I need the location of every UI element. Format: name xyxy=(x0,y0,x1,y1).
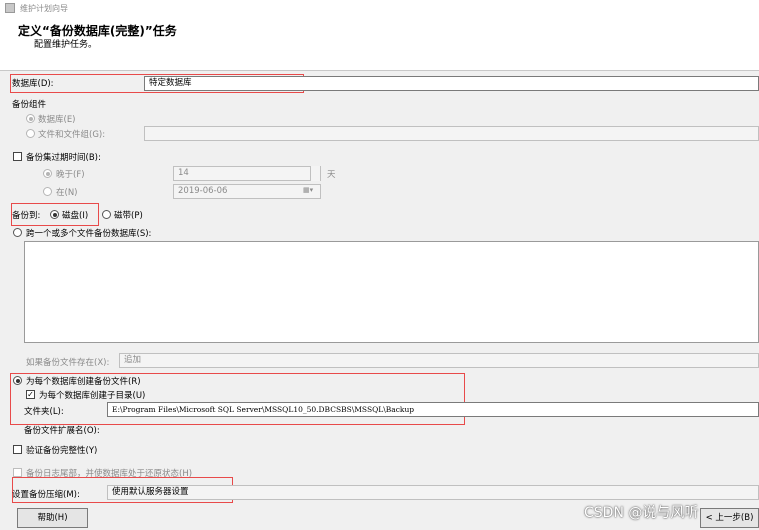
expire-after-label: 晚于(F) xyxy=(56,170,85,180)
database-component-label: 数据库(E) xyxy=(38,115,76,125)
span-files-radio[interactable] xyxy=(13,228,22,237)
expire-on-label: 在(N) xyxy=(56,188,78,198)
subdir-label: 为每个数据库创建子目录(U) xyxy=(39,391,146,401)
calendar-dropdown-icon[interactable]: ▦▾ xyxy=(303,186,313,194)
help-button[interactable]: 帮助(H) xyxy=(17,508,88,528)
disk-radio[interactable] xyxy=(50,210,59,219)
title-bar xyxy=(0,0,759,16)
expire-days-input[interactable]: 14 xyxy=(173,166,321,181)
expire-checkbox[interactable] xyxy=(13,152,22,161)
subdir-checkbox[interactable]: ✓ xyxy=(26,390,35,399)
per-db-radio[interactable] xyxy=(13,376,22,385)
disk-label: 磁盘(I) xyxy=(62,211,89,221)
expire-date-input[interactable]: 2019-06-06 xyxy=(173,184,321,199)
compression-select[interactable]: 使用默认服务器设置 xyxy=(107,485,759,500)
days-spinner[interactable] xyxy=(310,166,320,181)
expire-on-radio[interactable] xyxy=(43,187,52,196)
extension-label: 备份文件扩展名(O): xyxy=(24,426,100,436)
verify-label: 验证备份完整性(Y) xyxy=(26,446,98,456)
tape-radio[interactable] xyxy=(102,210,111,219)
folder-label: 文件夹(L): xyxy=(24,407,64,417)
tail-log-checkbox[interactable] xyxy=(13,468,22,477)
per-db-label: 为每个数据库创建备份文件(R) xyxy=(26,377,141,387)
app-icon xyxy=(5,3,15,13)
backup-files-list[interactable] xyxy=(24,241,759,343)
span-files-label: 跨一个或多个文件备份数据库(S): xyxy=(26,229,152,239)
database-label: 数据库(D): xyxy=(12,79,54,89)
window-title: 维护计划向导 xyxy=(20,4,68,13)
expire-label: 备份集过期时间(B): xyxy=(26,153,101,163)
if-exists-label: 如果备份文件存在(X): xyxy=(26,358,110,368)
if-exists-select[interactable]: 追加 xyxy=(119,353,759,368)
csdn-watermark: CSDN @说与风听 xyxy=(584,505,699,521)
previous-button[interactable]: < 上一步(B) xyxy=(700,508,759,528)
files-component-radio[interactable] xyxy=(26,129,35,138)
database-component-radio[interactable] xyxy=(26,114,35,123)
backup-component-label: 备份组件 xyxy=(12,100,47,110)
folder-input[interactable]: E:\Program Files\Microsoft SQL Server\MS… xyxy=(107,402,759,417)
days-unit-label: 天 xyxy=(327,170,336,180)
expire-after-radio[interactable] xyxy=(43,169,52,178)
database-select[interactable]: 特定数据库 xyxy=(144,76,759,91)
compression-label: 设置备份压缩(M): xyxy=(12,490,80,500)
verify-checkbox[interactable] xyxy=(13,445,22,454)
backup-to-label: 备份到: xyxy=(12,211,41,221)
tape-label: 磁带(P) xyxy=(114,211,143,221)
page-subtitle: 配置维护任务。 xyxy=(34,40,98,50)
files-component-input[interactable] xyxy=(144,126,759,141)
files-component-label: 文件和文件组(G): xyxy=(38,130,106,140)
